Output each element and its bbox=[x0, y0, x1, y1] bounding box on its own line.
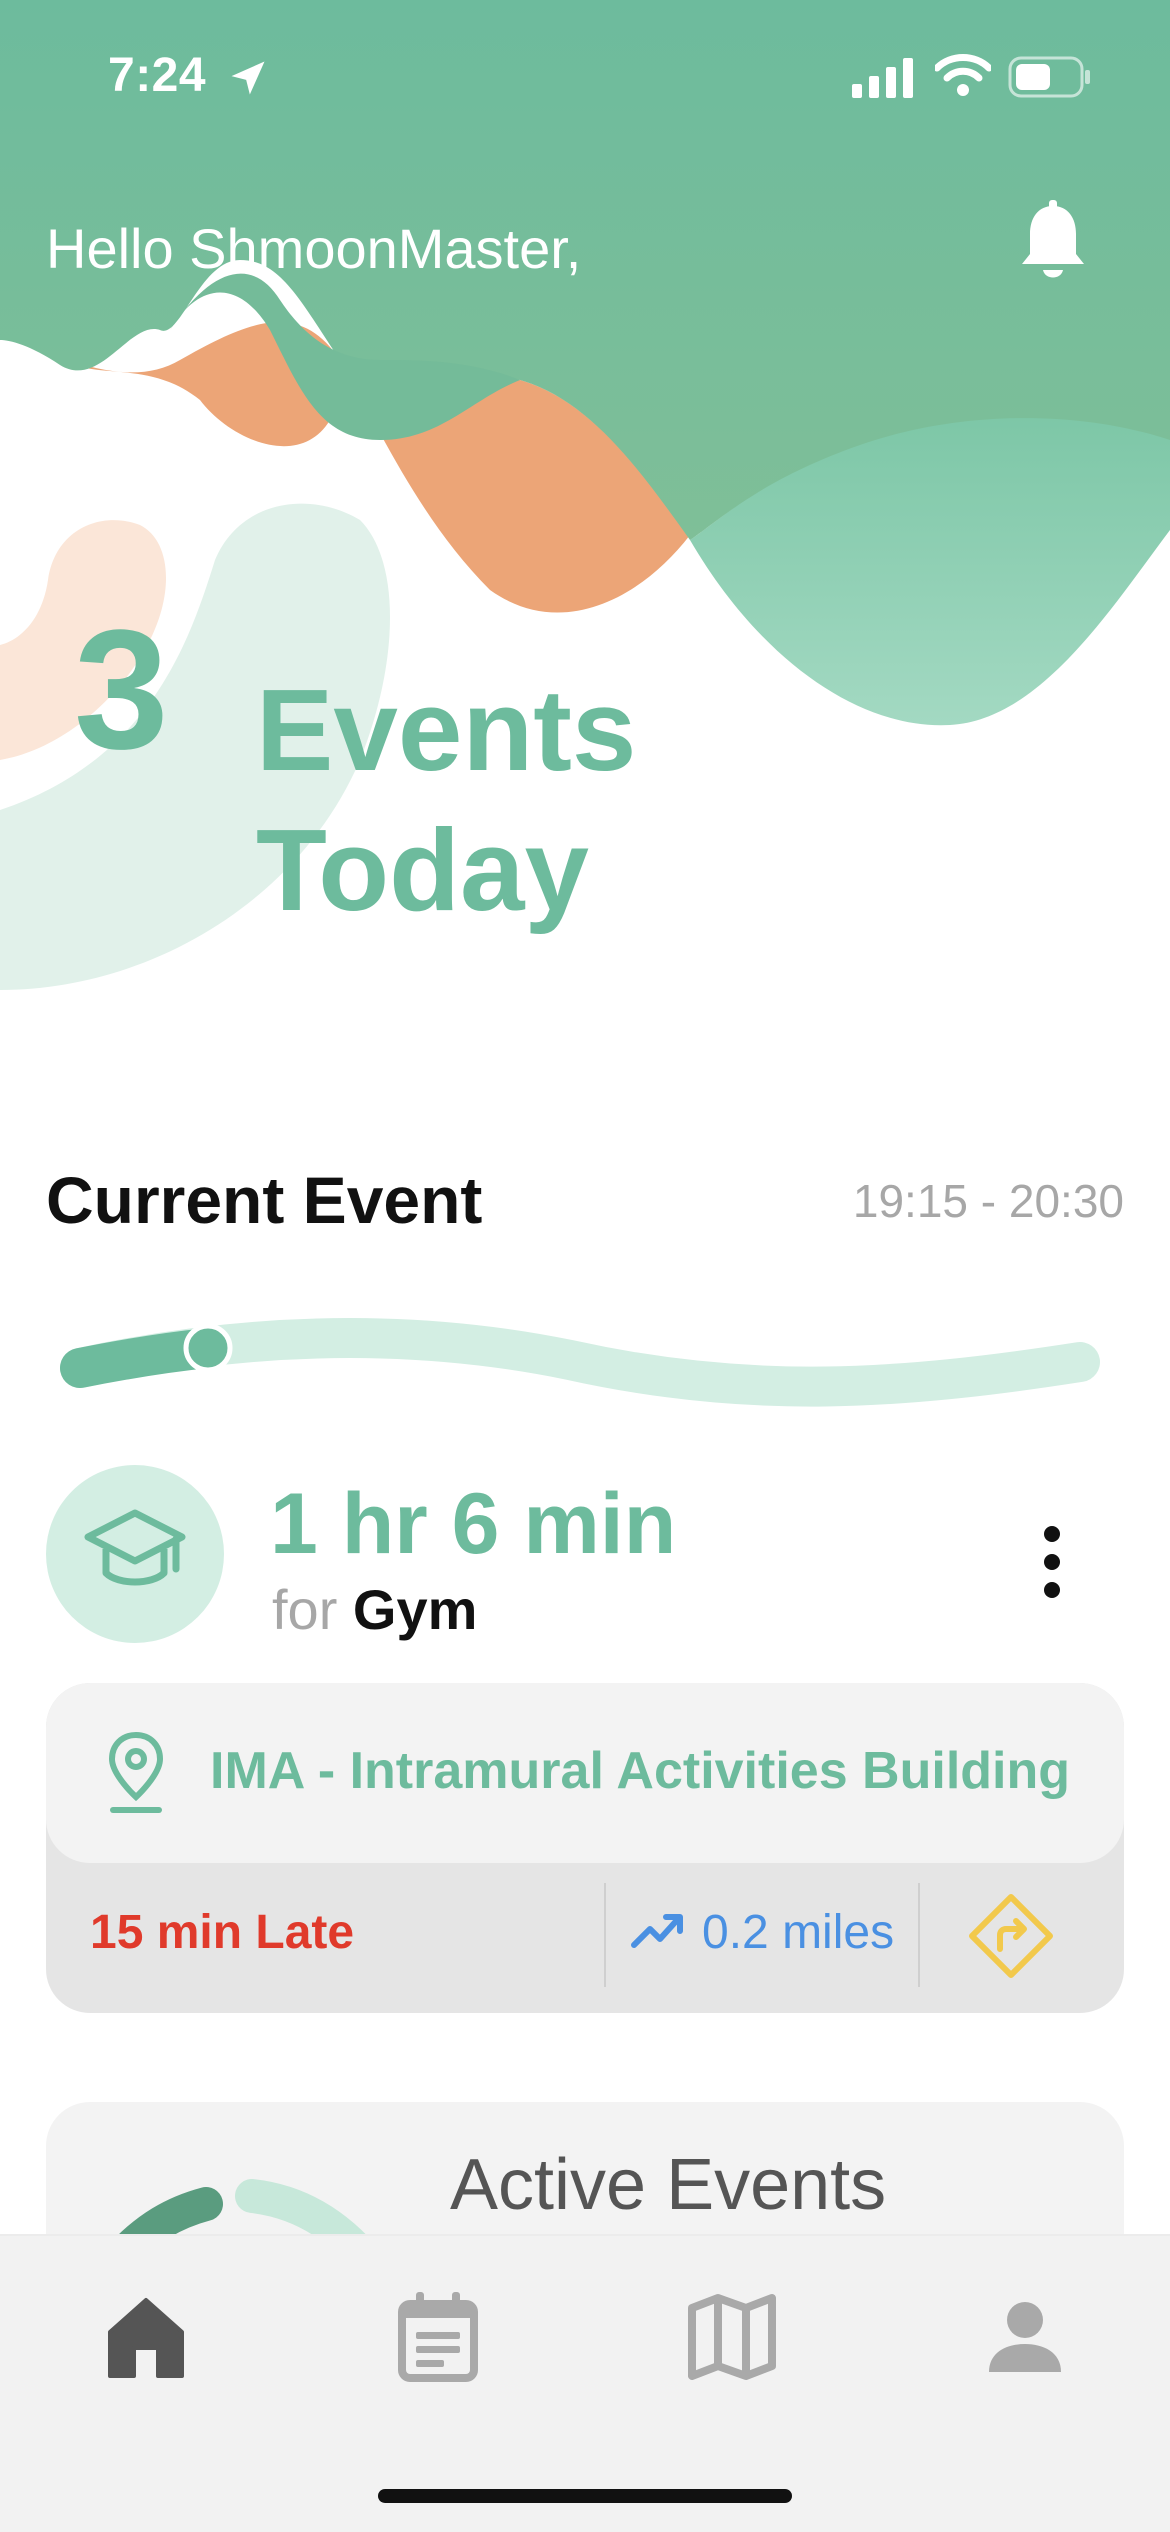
home-icon bbox=[108, 2298, 184, 2378]
location-card[interactable]: IMA - Intramural Activities Building 15 … bbox=[46, 1683, 1124, 2013]
status-time: 7:24 bbox=[108, 49, 207, 102]
calendar-list-icon bbox=[398, 2292, 478, 2382]
current-event-time-range: 19:15 - 20:30 bbox=[852, 1175, 1124, 1227]
tab-calendar[interactable] bbox=[388, 2286, 488, 2386]
tab-home[interactable] bbox=[96, 2286, 196, 2386]
active-events-title: Active Events bbox=[450, 2145, 887, 2225]
tab-bar bbox=[0, 2234, 1170, 2532]
profile-icon bbox=[989, 2302, 1061, 2372]
location-row[interactable]: IMA - Intramural Activities Building bbox=[46, 1683, 1124, 1863]
map-icon bbox=[688, 2294, 776, 2380]
map-pin-icon bbox=[108, 1731, 164, 1813]
greeting-text: Hello ShmoonMaster, bbox=[46, 217, 582, 280]
late-status: 15 min Late bbox=[90, 1906, 355, 1959]
wifi-icon bbox=[935, 54, 991, 96]
event-name: Gym bbox=[352, 1578, 478, 1641]
events-today-label: Events Today bbox=[256, 665, 637, 935]
divider bbox=[604, 1883, 606, 1987]
event-type-badge bbox=[46, 1465, 224, 1643]
bell-icon[interactable] bbox=[1020, 200, 1086, 282]
tab-profile[interactable] bbox=[975, 2286, 1075, 2386]
graduation-cap-icon bbox=[84, 1509, 186, 1586]
event-remaining-duration: 1 hr 6 min bbox=[270, 1476, 677, 1572]
events-count: 3 bbox=[74, 595, 169, 785]
trending-up-icon bbox=[631, 1914, 683, 1948]
battery-icon bbox=[1008, 56, 1090, 98]
current-event-title: Current Event bbox=[46, 1163, 483, 1237]
home-screen: 7:24 Hello ShmoonMaster, 3 Events Today bbox=[0, 0, 1170, 2532]
directions-icon[interactable] bbox=[966, 1891, 1056, 1981]
event-progress-bar bbox=[60, 1318, 1100, 1407]
more-vertical-icon[interactable] bbox=[1030, 1516, 1074, 1626]
cellular-signal-icon bbox=[852, 58, 913, 98]
event-for-label: for bbox=[272, 1578, 338, 1641]
location-arrow-icon bbox=[231, 61, 265, 95]
event-for-line: for Gym bbox=[272, 1578, 477, 1642]
distance-value: 0.2 miles bbox=[702, 1906, 895, 1959]
status-bar: 7:24 bbox=[0, 0, 1170, 150]
progress-knob bbox=[183, 1323, 233, 1373]
location-name: IMA - Intramural Activities Building bbox=[210, 1742, 1071, 1800]
home-indicator[interactable] bbox=[378, 2489, 792, 2503]
tab-map[interactable] bbox=[682, 2286, 782, 2386]
divider bbox=[918, 1883, 920, 1987]
